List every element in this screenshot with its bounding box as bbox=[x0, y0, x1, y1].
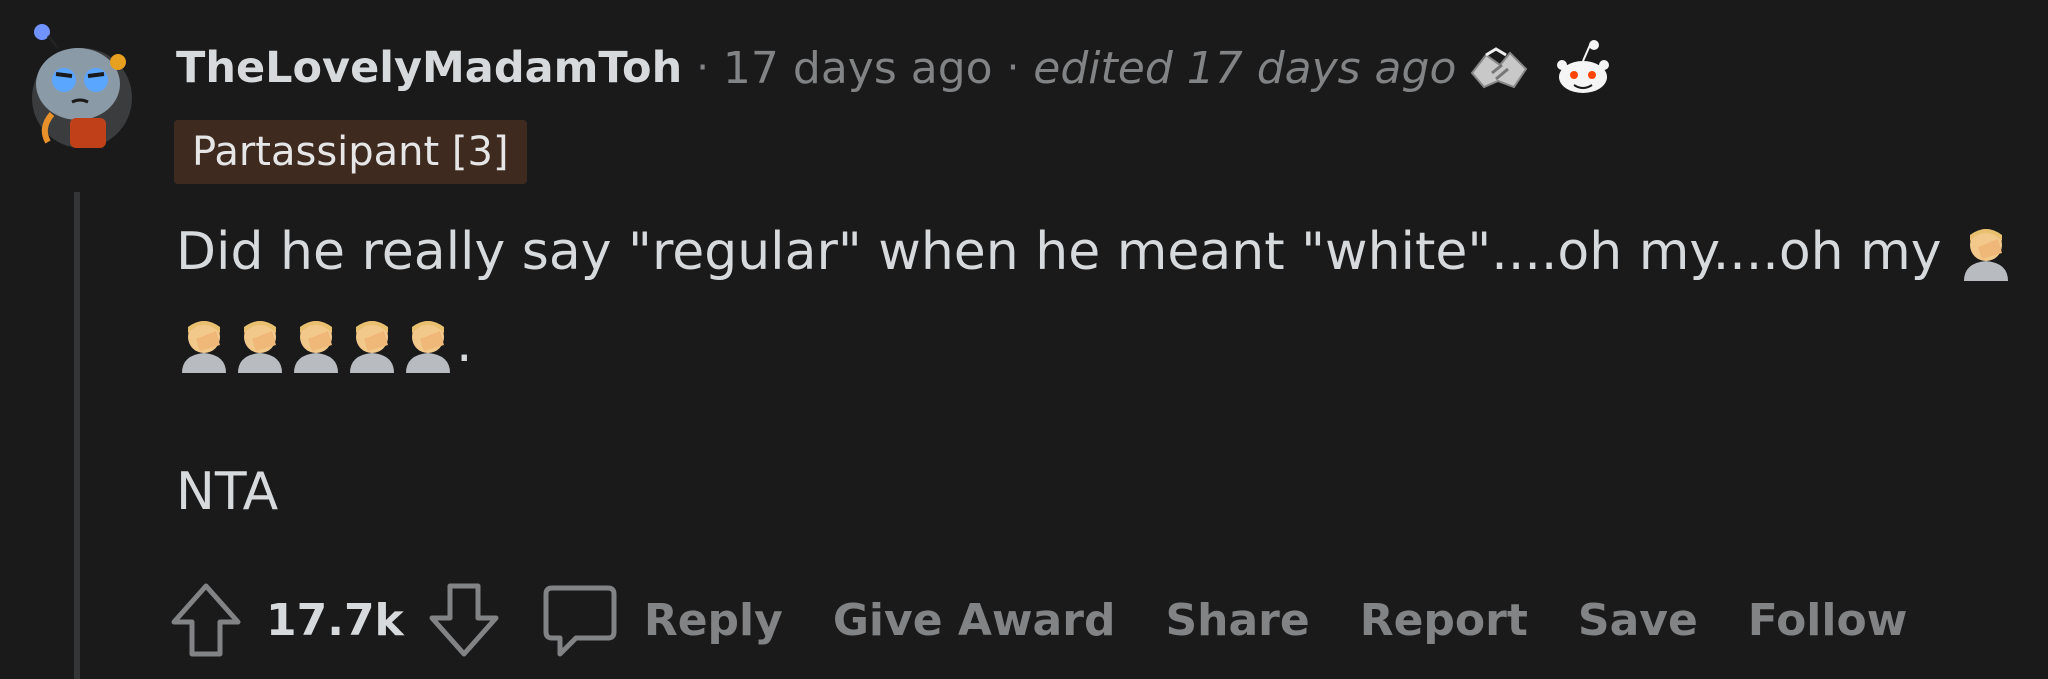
comment-text: Did he really say "regular" when he mean… bbox=[176, 222, 1942, 282]
comment-body-line3: NTA bbox=[176, 462, 279, 522]
handshake-award-icon[interactable] bbox=[1466, 35, 1532, 101]
downvote-arrow-icon[interactable] bbox=[426, 580, 502, 660]
snoo-award-icon[interactable] bbox=[1550, 35, 1616, 101]
comment-body-line2: . bbox=[176, 314, 473, 374]
username[interactable]: TheLovelyMadamToh bbox=[176, 43, 682, 93]
comment-bubble-icon[interactable] bbox=[542, 580, 618, 660]
user-flair: Partassipant [3] bbox=[174, 120, 527, 184]
user-avatar[interactable] bbox=[22, 18, 142, 158]
comment-header: TheLovelyMadamToh · 17 days ago · edited… bbox=[176, 38, 1616, 98]
comment-text-period: . bbox=[456, 314, 473, 374]
separator: · bbox=[696, 45, 709, 91]
upvote-arrow-icon[interactable] bbox=[168, 580, 244, 660]
give-award-button[interactable]: Give Award bbox=[833, 595, 1116, 646]
comment-actions: 17.7k Reply Give Award Share Report Save… bbox=[168, 580, 1907, 660]
facepalm-emoji-icon bbox=[1963, 229, 2008, 281]
facepalm-emoji-icon bbox=[350, 321, 394, 373]
reply-button[interactable]: Reply bbox=[644, 595, 783, 646]
comment-body-line1: Did he really say "regular" when he mean… bbox=[176, 222, 2014, 282]
edited-timestamp: edited 17 days ago bbox=[1033, 42, 1457, 94]
facepalm-emoji-icon bbox=[294, 321, 338, 373]
thread-line[interactable] bbox=[74, 192, 80, 679]
timestamp[interactable]: 17 days ago bbox=[723, 43, 993, 94]
save-button[interactable]: Save bbox=[1578, 595, 1698, 646]
report-button[interactable]: Report bbox=[1360, 595, 1528, 646]
follow-button[interactable]: Follow bbox=[1748, 595, 1908, 646]
share-button[interactable]: Share bbox=[1165, 595, 1309, 646]
facepalm-emoji-icon bbox=[238, 321, 282, 373]
vote-score: 17.7k bbox=[266, 594, 404, 646]
separator: · bbox=[1006, 45, 1020, 91]
facepalm-emoji-icon bbox=[406, 321, 450, 373]
facepalm-emoji-icon bbox=[182, 321, 226, 373]
